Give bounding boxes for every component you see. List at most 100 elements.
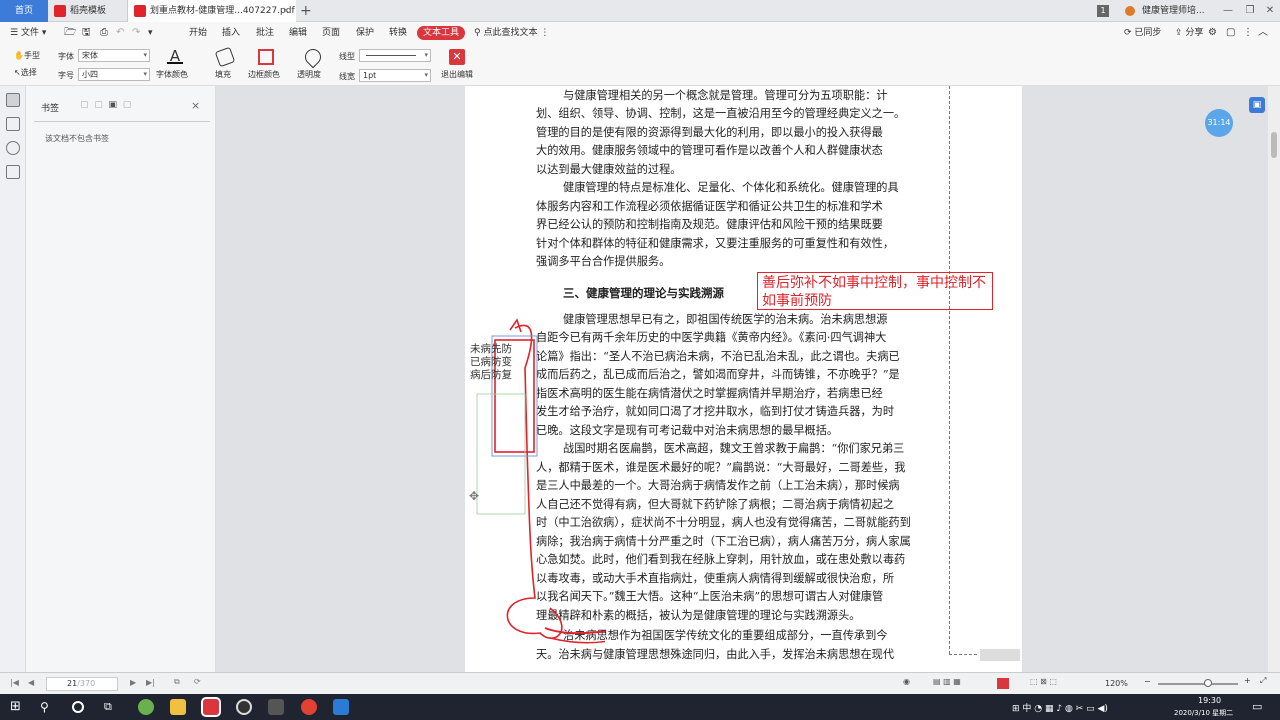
fill-icon[interactable] — [214, 46, 236, 68]
zoom-slider[interactable] — [1158, 679, 1238, 687]
task-view-icon[interactable]: ⧉ — [104, 699, 120, 715]
vertical-scrollbar[interactable] — [1268, 86, 1280, 672]
collapse-ribbon-icon[interactable]: ︿ — [1258, 26, 1268, 40]
float-tool-icon[interactable]: ▣ — [1249, 97, 1265, 113]
exit-edit-label[interactable]: 退出编辑 — [441, 69, 473, 80]
open-icon[interactable]: 🗁 — [64, 26, 76, 40]
fill-label[interactable]: 填充 — [215, 69, 231, 80]
restore-icon[interactable]: ❐ — [1242, 3, 1258, 19]
exit-edit-icon[interactable]: ✕ — [449, 49, 465, 65]
rotate-icon[interactable]: ⟳ — [194, 677, 201, 686]
page-boundary-line — [949, 86, 950, 654]
zoom-level[interactable]: 120% — [1105, 679, 1128, 688]
wps-pdf-icon[interactable] — [201, 697, 221, 717]
file-menu-label: 文件 — [20, 28, 39, 38]
pdf-page: 与健康管理相关的另一个概念就是管理。管理可分为五项职能：计 划、组织、领导、协调… — [465, 86, 1022, 672]
notification-icon[interactable]: ▭ — [1252, 699, 1268, 715]
opacity-icon[interactable] — [301, 45, 325, 69]
search-label: 点此查找文本 — [483, 28, 538, 38]
select-tool[interactable]: ↖选择 — [14, 67, 37, 78]
app-icon-clock[interactable] — [236, 699, 252, 715]
timer-badge[interactable]: 31:14 — [1205, 109, 1233, 137]
menu-protect[interactable]: 保护 — [356, 26, 374, 40]
view-mode-icons[interactable]: ⬚ ⊠ ⬚ — [1030, 677, 1057, 686]
font-size-select[interactable]: 小四 — [78, 68, 150, 81]
close-tab-icon[interactable]: × — [282, 0, 290, 22]
single-page-icon[interactable]: ▤ ▥ ▦ — [933, 677, 961, 686]
page-number-input[interactable]: 21/370 — [46, 677, 118, 691]
file-menu[interactable]: ☰ 文件 ▾ — [10, 26, 46, 40]
first-page-icon[interactable]: |◀ — [10, 678, 19, 687]
menu-convert[interactable]: 转换 — [389, 26, 407, 40]
annotation-note-box[interactable]: 善后弥补不如事中控制，事中控制不如事前预防 — [757, 272, 993, 310]
menu-text-tools[interactable]: 文本工具 — [417, 26, 466, 40]
eye-mode-icon[interactable]: ◉ — [903, 677, 910, 686]
last-page-icon[interactable]: ▶| — [146, 678, 155, 687]
undo-icon[interactable]: ↶ — [116, 26, 124, 40]
next-page-icon[interactable]: ▶ — [130, 678, 136, 687]
hand-tool[interactable]: ✋手型 — [14, 50, 40, 61]
line-type-select[interactable] — [359, 49, 431, 62]
search-taskbar-icon[interactable]: ⚲ — [40, 699, 56, 715]
menu-start[interactable]: 开始 — [189, 26, 207, 40]
menu-edit[interactable]: 编辑 — [289, 26, 307, 40]
prev-page-icon[interactable]: ◀ — [28, 678, 34, 687]
border-color-label[interactable]: 边框颜色 — [248, 69, 280, 80]
fit-page-icon[interactable]: ⧉ — [174, 677, 180, 687]
window-count-badge[interactable]: 1 — [1097, 5, 1109, 17]
save-icon[interactable]: 🖫 — [82, 26, 91, 40]
fullscreen-icon[interactable]: ⤢ — [1260, 676, 1266, 686]
play-icon[interactable] — [997, 678, 1009, 689]
zoom-out-icon[interactable]: − — [1144, 677, 1151, 686]
annotation-panel-icon[interactable] — [6, 141, 20, 155]
opacity-label[interactable]: 透明度 — [297, 69, 321, 80]
more-icon[interactable]: ▾ — [148, 26, 153, 40]
bookmark-tool-icons[interactable]: ▢ ▢ ▣ ▢ — [80, 100, 131, 110]
move-handle-icon[interactable]: ✥ — [469, 489, 479, 503]
chrome-icon[interactable] — [301, 699, 317, 715]
account-icon[interactable] — [1125, 6, 1135, 16]
cortana-icon[interactable] — [72, 701, 84, 713]
border-color-icon[interactable] — [258, 49, 274, 65]
menu-annotate[interactable]: 批注 — [256, 26, 274, 40]
search-icon: ⚲ — [474, 28, 481, 38]
zoom-in-icon[interactable]: + — [1244, 676, 1251, 685]
tab-docer-templates[interactable]: 稻壳模板 — [48, 0, 128, 22]
tab-pdf-document[interactable]: 划重点教材-健康管理...407227.pdf × — [128, 0, 296, 22]
menu-insert[interactable]: 插入 — [222, 26, 240, 40]
margin-note-text[interactable]: 未病先防 已病防变 病后防复 — [470, 343, 530, 382]
share-button[interactable]: ⇪ 分享 — [1175, 26, 1203, 40]
bookmark-panel-icon[interactable] — [6, 93, 20, 107]
hand-icon: ✋ — [14, 51, 24, 60]
close-window-icon[interactable]: ✕ — [1262, 3, 1278, 19]
font-color-icon[interactable]: A — [167, 48, 183, 64]
font-label: 字体 — [58, 52, 74, 61]
redo-icon[interactable]: ↷ — [132, 26, 140, 40]
bookmark-panel: 书签 ▢ ▢ ▣ ▢ × 该文档不包含书签 — [26, 86, 216, 672]
scrollbar-thumb[interactable] — [1271, 132, 1277, 158]
font-family-select[interactable]: 宋体 — [78, 49, 150, 62]
new-tab-button[interactable]: + — [300, 0, 312, 22]
thumbnail-icon[interactable] — [6, 117, 20, 131]
close-panel-icon[interactable]: × — [191, 99, 200, 112]
tab-home[interactable]: 首页 — [0, 0, 48, 22]
minimize-icon[interactable]: — — [1220, 3, 1236, 19]
tray-icons[interactable]: ⊞ 中 ◔ ▦ ♪ ◍ ✂ ▭ ◀) — [1012, 701, 1108, 714]
app-icon-green[interactable] — [138, 699, 154, 715]
menu-page[interactable]: 页面 — [322, 26, 340, 40]
wps-writer-icon[interactable] — [333, 699, 349, 715]
settings-icon[interactable]: ⚙ — [1208, 26, 1217, 40]
more-options-icon[interactable]: ⋮ — [1243, 26, 1253, 40]
print-icon[interactable]: ⎙ — [100, 26, 108, 40]
ime-indicator: 中 — [1022, 704, 1032, 714]
file-explorer-icon[interactable] — [170, 699, 186, 715]
font-color-label[interactable]: 字体颜色 — [156, 69, 188, 80]
photos-icon[interactable] — [268, 699, 284, 715]
line-width-select[interactable]: 1pt — [359, 69, 431, 82]
sync-status[interactable]: ⟳ 已同步 — [1124, 26, 1161, 40]
attachment-icon[interactable] — [6, 165, 20, 179]
search-text[interactable]: ⚲ 点此查找文本 ⋮ — [474, 26, 549, 40]
windows-start-icon[interactable]: ⊞ — [10, 699, 26, 715]
zoom-slider-thumb[interactable] — [1204, 679, 1212, 687]
message-icon[interactable]: ▢ — [1226, 26, 1235, 40]
